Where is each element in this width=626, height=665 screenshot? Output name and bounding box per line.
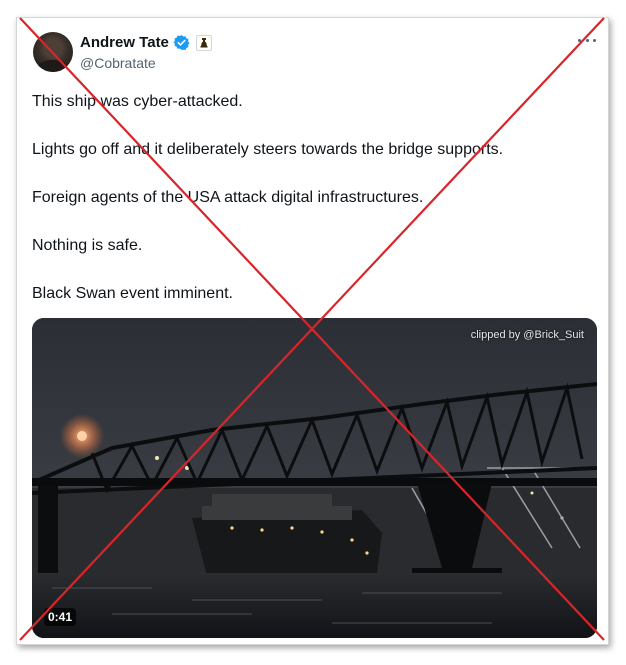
tweet-text: This ship was cyber-attacked. Lights go … bbox=[32, 92, 592, 332]
tweet-card: Andrew Tate @Cobratate This ship was cyb… bbox=[16, 17, 609, 645]
more-options-icon[interactable] bbox=[578, 37, 596, 43]
tweet-line: This ship was cyber-attacked. bbox=[32, 93, 243, 110]
author-row: Andrew Tate bbox=[80, 34, 212, 51]
avatar-shoulders bbox=[37, 60, 69, 72]
bridge-scene-image bbox=[32, 318, 597, 638]
video-watermark: clipped by @Brick_Suit bbox=[470, 329, 584, 341]
video-thumbnail[interactable]: clipped by @Brick_Suit 0:41 bbox=[32, 318, 597, 638]
tweet-line: Lights go off and it deliberately steers… bbox=[32, 141, 504, 158]
tweet-line: Black Swan event imminent. bbox=[32, 285, 233, 302]
verified-badge-icon bbox=[173, 35, 190, 50]
avatar-face bbox=[45, 39, 61, 59]
video-duration: 0:41 bbox=[44, 608, 77, 626]
display-name[interactable]: Andrew Tate bbox=[80, 34, 169, 51]
tweet-line: Nothing is safe. bbox=[32, 237, 143, 254]
tweet-line: Foreign agents of the USA attack digital… bbox=[32, 189, 424, 206]
avatar[interactable] bbox=[33, 32, 73, 72]
user-handle[interactable]: @Cobratate bbox=[80, 55, 156, 71]
chess-piece-icon[interactable] bbox=[195, 34, 212, 51]
